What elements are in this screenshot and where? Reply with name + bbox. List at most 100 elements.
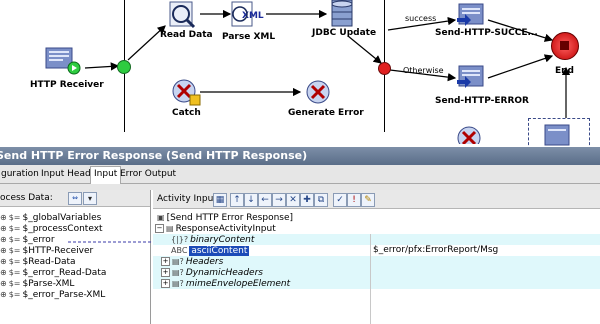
expand-icon[interactable]: ⊕: [0, 212, 7, 223]
tree-item-parse-xml[interactable]: ⊕ $= $Parse-XML: [0, 278, 74, 289]
parse-xml-node[interactable]: XML Parse XML: [222, 0, 276, 44]
process-canvas[interactable]: HTTP Receiver Read Data XML Parse XML JD…: [0, 0, 600, 147]
tab-error-output[interactable]: Error Output: [117, 167, 179, 182]
variable-icon: $=: [8, 213, 21, 222]
config-tab-bar: guration Input Headers Input Error Outpu…: [0, 165, 600, 184]
selected-node-partial[interactable]: [528, 118, 590, 147]
expand-icon[interactable]: ⊕: [0, 256, 7, 267]
generate-error-icon: [306, 80, 330, 104]
move-left-button[interactable]: ←: [258, 193, 272, 207]
junction-start[interactable]: [117, 60, 131, 74]
mapping-row-binary-content[interactable]: {|}? binaryContent: [153, 234, 600, 245]
variable-icon: $=: [8, 246, 21, 255]
send-response-partial-icon: [544, 124, 570, 146]
duplicate-button[interactable]: ⧉: [314, 193, 328, 207]
http-receiver-label: HTTP Receiver: [30, 80, 104, 90]
variable-icon: $=: [8, 279, 21, 288]
move-up-button[interactable]: ↑: [230, 193, 244, 207]
string-type-icon: ABC: [171, 246, 188, 255]
mapping-root-row[interactable]: ▣ [Send HTTP Error Response]: [153, 212, 600, 223]
delete-button[interactable]: ✕: [286, 193, 300, 207]
variable-icon: $=: [8, 290, 21, 299]
validate-button[interactable]: ✓: [333, 193, 347, 207]
tree-item-global-variables[interactable]: ⊕ $= $_globalVariables: [0, 212, 101, 223]
xpath-toggle-button[interactable]: ⇔: [68, 192, 82, 205]
variable-icon: $=: [8, 224, 21, 233]
tree-item-process-context[interactable]: ⊕ $= $_processContext: [0, 223, 103, 234]
expand-icon[interactable]: ⊕: [0, 267, 7, 278]
expand-icon[interactable]: +: [161, 268, 170, 277]
tree-item-error[interactable]: ⊕ $= $_error: [0, 234, 55, 245]
process-data-header: ocess Data: ⇔ ▾: [0, 190, 150, 207]
element-icon: ▤: [166, 224, 174, 233]
move-right-button[interactable]: →: [272, 193, 286, 207]
jdbc-update-node[interactable]: JDBC Update: [312, 0, 376, 40]
catch-icon: [172, 79, 201, 106]
expand-icon[interactable]: ⊕: [0, 234, 7, 245]
activity-input-panel: Activity Input: ▦ ↑ ↓ ← → ✕ ✚ ⧉ ✓ ! ✎ ▣[…: [153, 190, 600, 324]
generate-error-label: Generate Error: [288, 108, 364, 118]
read-data-node[interactable]: Read Data: [160, 0, 213, 42]
send-http-success-node[interactable]: Send-HTTP-SUCCE...: [435, 0, 538, 40]
send-http-success-label: Send-HTTP-SUCCE...: [435, 28, 538, 38]
activity-input-toolbar: Activity Input: ▦ ↑ ↓ ← → ✕ ✚ ⧉ ✓ ! ✎: [153, 190, 600, 209]
send-http-error-node[interactable]: Send-HTTP-ERROR: [435, 62, 529, 108]
variable-icon: $=: [8, 268, 21, 277]
jdbc-update-label: JDBC Update: [312, 28, 377, 38]
http-receiver-icon: [45, 47, 81, 75]
optional-element-icon: ▤?: [172, 257, 184, 266]
ascii-content-selected[interactable]: asciiContent: [189, 246, 250, 256]
mapping-row-mime-envelope[interactable]: + ▤? mimeEnvelopeElement: [153, 278, 600, 289]
expand-icon[interactable]: +: [161, 279, 170, 288]
variable-icon: $=: [8, 235, 21, 244]
read-data-icon: [169, 1, 196, 29]
read-data-label: Read Data: [160, 30, 213, 40]
ascii-content-xpath[interactable]: $_error/pfx:ErrorReport/Msg: [373, 245, 498, 256]
end-icon: [551, 32, 579, 60]
config-panel-title-bar: Send HTTP Error Response (Send HTTP Resp…: [0, 147, 600, 165]
column-separator: [370, 234, 371, 324]
activity-input-label: Activity Input:: [157, 194, 220, 204]
mapping-row-ascii-content[interactable]: ABC asciiContent $_error/pfx:ErrorReport/…: [153, 245, 600, 256]
optional-element-icon: ▤?: [172, 268, 184, 277]
send-response-error-icon: [457, 65, 484, 88]
expand-icon[interactable]: ⊕: [0, 278, 7, 289]
optional-element-icon: ▤?: [172, 279, 184, 288]
expand-icon[interactable]: ⊕: [0, 245, 7, 256]
expand-icon[interactable]: ⊕: [0, 223, 7, 234]
expand-icon[interactable]: +: [161, 257, 170, 266]
mapping-row-dynamic-headers[interactable]: + ▤? DynamicHeaders: [153, 267, 600, 278]
database-icon: [331, 0, 353, 27]
end-label: End: [555, 66, 574, 76]
send-http-error-label: Send-HTTP-ERROR: [435, 96, 529, 106]
edit-statement-button[interactable]: ✎: [361, 193, 375, 207]
add-child-button[interactable]: ✚: [300, 193, 314, 207]
parse-xml-icon: XML: [231, 1, 264, 27]
tree-item-error-parse-xml[interactable]: ⊕ $= $_error_Parse-XML: [0, 289, 105, 300]
http-receiver-node[interactable]: HTTP Receiver: [30, 42, 104, 92]
tree-item-error-read-data[interactable]: ⊕ $= $_error_Read-Data: [0, 267, 106, 278]
catch-node[interactable]: Catch: [168, 77, 208, 123]
partial-error-icon[interactable]: [455, 124, 485, 144]
parse-xml-label: Parse XML: [222, 32, 276, 42]
transition-success-label: success: [405, 14, 437, 23]
catch-label: Catch: [172, 108, 201, 118]
mapping-row-headers[interactable]: + ▤? Headers: [153, 256, 600, 267]
end-node[interactable]: End: [547, 32, 587, 78]
optional-choice-icon: {|}?: [171, 235, 189, 244]
tab-configuration[interactable]: guration: [0, 167, 42, 182]
process-data-label: ocess Data:: [0, 193, 53, 203]
error-check-button[interactable]: !: [347, 193, 361, 207]
expand-icon[interactable]: ⊕: [0, 289, 7, 300]
junction-error[interactable]: [378, 62, 391, 75]
show-schema-button[interactable]: ▦: [213, 193, 227, 207]
move-down-button[interactable]: ↓: [244, 193, 258, 207]
mapping-row-response-activity-input[interactable]: − ▤ ResponseActivityInput: [153, 223, 600, 234]
variable-icon: $=: [8, 257, 21, 266]
config-panel-title: Send HTTP Error Response (Send HTTP Resp…: [0, 149, 308, 162]
collapse-icon[interactable]: −: [155, 224, 164, 233]
generate-error-node[interactable]: Generate Error: [288, 78, 364, 124]
filter-button[interactable]: ▾: [83, 192, 97, 205]
send-response-icon: [457, 3, 484, 26]
activity-icon: ▣: [157, 213, 165, 222]
